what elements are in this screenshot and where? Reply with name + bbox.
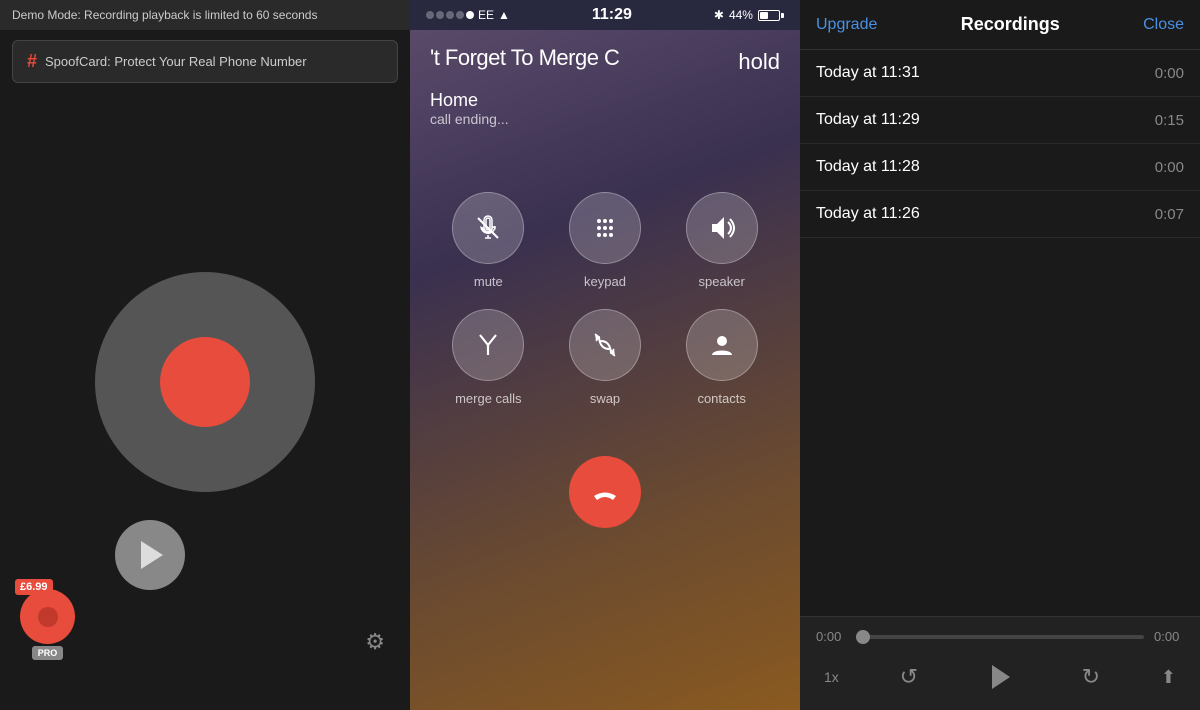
play-icon [141, 541, 163, 569]
pro-badge: PRO [32, 646, 64, 660]
current-time: 0:00 [816, 629, 846, 644]
call-info-row: 't Forget To Merge C hold [410, 30, 800, 85]
record-area: £6.99 PRO ⚙ [0, 93, 410, 710]
merge-circle [452, 309, 524, 381]
speaker-icon [706, 212, 738, 244]
bluetooth-icon: ✱ [714, 8, 724, 22]
contacts-icon [706, 329, 738, 361]
recording-item[interactable]: Today at 11:31 0:00 [800, 50, 1200, 97]
speaker-label: speaker [699, 274, 745, 289]
right-panel: Upgrade Recordings Close Today at 11:31 … [800, 0, 1200, 710]
call2-status: call ending... [430, 111, 780, 127]
recordings-header: Upgrade Recordings Close [800, 0, 1200, 50]
share-button[interactable]: ⬆ [1161, 667, 1176, 688]
status-bar: EE ▲ 11:29 ✱ 44% [410, 0, 800, 30]
demo-banner: Demo Mode: Recording playback is limited… [0, 0, 410, 30]
wifi-icon: ▲ [498, 8, 510, 22]
settings-button[interactable]: ⚙ [365, 629, 385, 655]
call1-name: 't Forget To Merge C [430, 45, 619, 71]
mute-circle [452, 192, 524, 264]
carrier-label: EE [478, 8, 494, 22]
hold-label: hold [738, 45, 780, 75]
contacts-button[interactable]: contacts [673, 309, 770, 406]
merge-calls-label: merge calls [455, 391, 521, 406]
record-dot [160, 337, 250, 427]
mute-button[interactable]: mute [440, 192, 537, 289]
end-call-button[interactable] [569, 456, 641, 528]
swap-circle [569, 309, 641, 381]
recordings-title: Recordings [961, 14, 1060, 35]
recording-duration: 0:00 [1155, 159, 1184, 176]
player-controls: 1x ↺ ↻ ⬆ [816, 656, 1184, 698]
battery-icon [758, 10, 784, 21]
record-button[interactable] [95, 272, 315, 492]
skip-back-button[interactable]: ↺ [900, 664, 918, 690]
swap-label: swap [590, 391, 620, 406]
player-area: 0:00 0:00 1x ↺ ↻ ⬆ [800, 616, 1200, 710]
progress-thumb[interactable] [856, 630, 870, 644]
upgrade-button[interactable]: Upgrade [816, 16, 877, 34]
playback-speed-button[interactable]: 1x [824, 669, 839, 685]
signal-dots [426, 11, 474, 19]
end-call-area [410, 436, 800, 548]
spoof-text: SpoofCard: Protect Your Real Phone Numbe… [45, 54, 307, 69]
call2-name: Home [430, 90, 780, 111]
signal-dot-5 [466, 11, 474, 19]
keypad-label: keypad [584, 274, 626, 289]
recording-item[interactable]: Today at 11:26 0:07 [800, 191, 1200, 238]
spoof-card[interactable]: # SpoofCard: Protect Your Real Phone Num… [12, 40, 398, 83]
player-play-button[interactable] [979, 656, 1021, 698]
call-controls-grid: mute keypad [410, 172, 800, 426]
battery-percent: 44% [729, 8, 753, 22]
play-triangle-icon [992, 665, 1010, 689]
price-dot [38, 607, 58, 627]
call-background: 't Forget To Merge C hold Home call endi… [410, 30, 800, 710]
middle-panel: EE ▲ 11:29 ✱ 44% 't Forget To Merge C ho… [410, 0, 800, 710]
status-right: ✱ 44% [714, 8, 784, 22]
merge-calls-button[interactable]: merge calls [440, 309, 537, 406]
speaker-circle [686, 192, 758, 264]
keypad-icon [589, 212, 621, 244]
contacts-circle [686, 309, 758, 381]
keypad-button[interactable]: keypad [557, 192, 654, 289]
swap-button[interactable]: swap [557, 309, 654, 406]
recording-time: Today at 11:28 [816, 158, 920, 176]
recording-time: Today at 11:26 [816, 205, 920, 223]
progress-track[interactable] [856, 635, 1144, 639]
merge-icon [472, 329, 504, 361]
recording-duration: 0:00 [1155, 65, 1184, 82]
skip-forward-button[interactable]: ↻ [1082, 664, 1100, 690]
signal-dot-3 [446, 11, 454, 19]
recording-duration: 0:07 [1155, 206, 1184, 223]
recording-duration: 0:15 [1155, 112, 1184, 129]
recording-item[interactable]: Today at 11:29 0:15 [800, 97, 1200, 144]
left-panel: Demo Mode: Recording playback is limited… [0, 0, 410, 710]
call2-info: Home call ending... [410, 85, 800, 142]
speaker-button[interactable]: speaker [673, 192, 770, 289]
end-time: 0:00 [1154, 629, 1184, 644]
contacts-label: contacts [697, 391, 745, 406]
mute-label: mute [474, 274, 503, 289]
end-call-icon [587, 474, 623, 510]
signal-dot-4 [456, 11, 464, 19]
keypad-circle [569, 192, 641, 264]
recording-time: Today at 11:31 [816, 64, 920, 82]
play-button[interactable] [115, 520, 185, 590]
progress-bar-row: 0:00 0:00 [816, 629, 1184, 644]
recording-time: Today at 11:29 [816, 111, 920, 129]
status-time: 11:29 [592, 6, 632, 24]
status-left: EE ▲ [426, 8, 510, 22]
recording-item[interactable]: Today at 11:28 0:00 [800, 144, 1200, 191]
close-button[interactable]: Close [1143, 16, 1184, 34]
price-badge[interactable]: £6.99 PRO [20, 589, 75, 660]
signal-dot-1 [426, 11, 434, 19]
call1-info: 't Forget To Merge C [430, 45, 619, 71]
price-label: £6.99 [15, 579, 53, 595]
hash-icon: # [27, 51, 37, 72]
signal-dot-2 [436, 11, 444, 19]
price-circle: £6.99 [20, 589, 75, 644]
swap-icon [589, 329, 621, 361]
recordings-list: Today at 11:31 0:00 Today at 11:29 0:15 … [800, 50, 1200, 616]
mic-off-icon [472, 212, 504, 244]
